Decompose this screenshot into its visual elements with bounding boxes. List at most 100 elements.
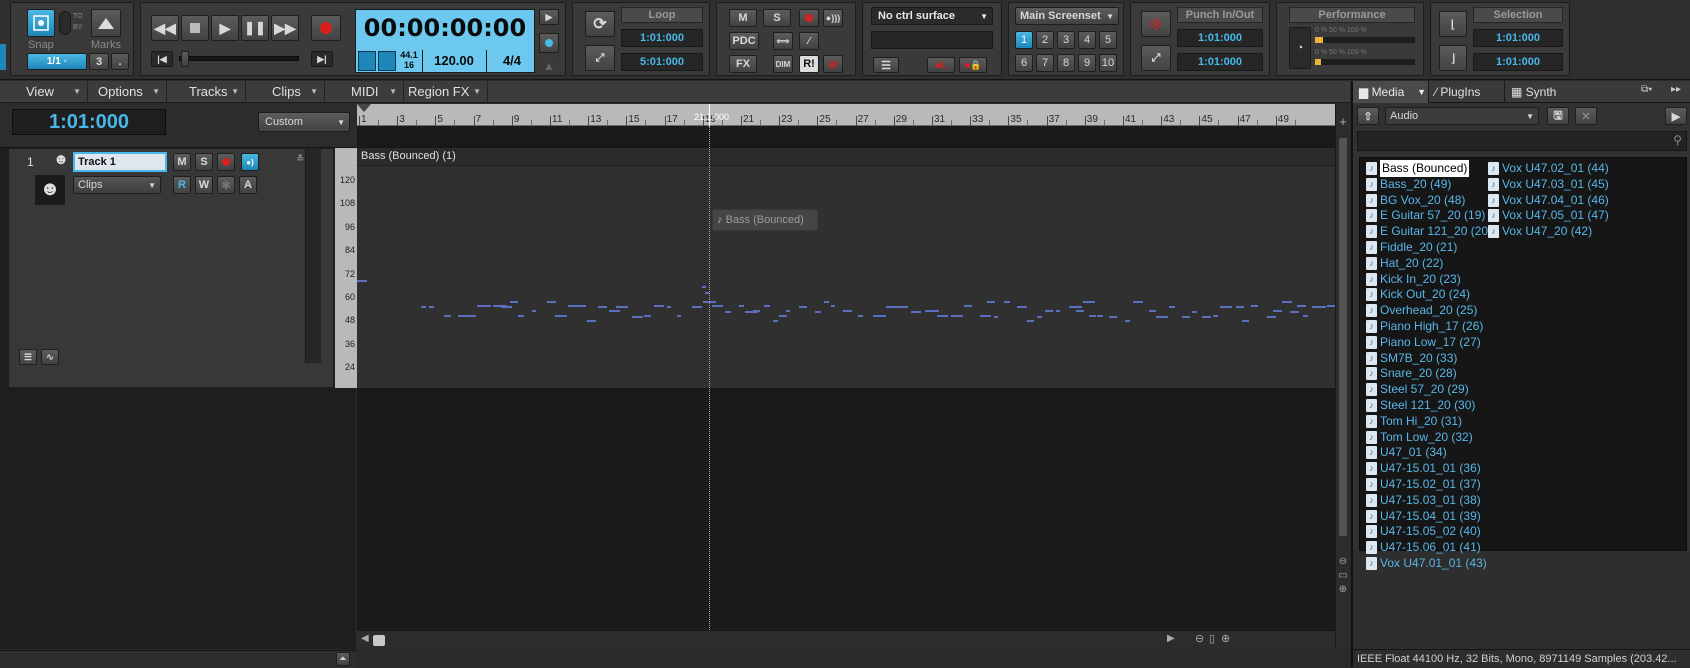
mix-recall-button[interactable]: ⟺ <box>773 32 793 50</box>
transport-scrub-handle[interactable] <box>181 51 189 67</box>
track-freeze-button[interactable]: ✻ <box>217 176 235 194</box>
midi-note[interactable] <box>711 305 723 307</box>
midi-note[interactable] <box>772 320 779 322</box>
screenset-button-9[interactable]: 9 <box>1078 54 1096 72</box>
midi-note[interactable] <box>1082 301 1096 303</box>
media-file-item[interactable]: ♪ Steel 121_20 (30) <box>1366 397 1475 414</box>
midi-note[interactable] <box>1212 315 1218 317</box>
punch-start[interactable]: 1:01:000 <box>1177 29 1263 47</box>
midi-note[interactable] <box>357 280 367 282</box>
media-file-item[interactable]: ♪ Kick In_20 (23) <box>1366 271 1461 288</box>
midi-note[interactable] <box>963 305 973 307</box>
lock-left-button[interactable]: ■L <box>927 57 955 73</box>
browser-save-button[interactable]: 🖫 <box>1547 107 1569 125</box>
media-file-item[interactable]: ♪ E Guitar 121_20 (20) <box>1366 223 1492 240</box>
midi-note[interactable] <box>1266 316 1277 318</box>
media-file-item[interactable]: ♪ U47-15.05_02 (40) <box>1366 523 1481 540</box>
media-file-item[interactable]: ♪ U47-15.02_01 (37) <box>1366 476 1481 493</box>
midi-note[interactable] <box>555 315 567 317</box>
media-file-item[interactable]: ♪ U47-15.01_01 (36) <box>1366 460 1481 477</box>
list-view-button[interactable]: ☰ <box>873 57 899 73</box>
loop-start[interactable]: 1:01:000 <box>621 29 703 47</box>
midi-note[interactable] <box>799 306 807 308</box>
media-file-item[interactable]: ♪ Hat_20 (22) <box>1366 255 1443 272</box>
input-echo-button[interactable]: ●))) <box>823 9 843 27</box>
punch-end[interactable]: 1:01:000 <box>1177 53 1263 71</box>
pause-button[interactable]: ❚❚ <box>241 15 269 41</box>
midi-note[interactable] <box>692 306 703 308</box>
midi-note[interactable] <box>993 316 998 318</box>
media-file-item[interactable]: ♪ Fiddle_20 (21) <box>1366 239 1457 256</box>
browser-search-input[interactable]: ⚲ <box>1357 131 1687 151</box>
media-file-item[interactable]: ♪ Kick Out_20 (24) <box>1366 286 1470 303</box>
read-all-button[interactable]: R! <box>799 55 819 73</box>
track-view-select[interactable]: Clips ▼ <box>73 176 161 194</box>
midi-note[interactable] <box>1055 310 1061 312</box>
global-record-button[interactable] <box>799 9 819 27</box>
midi-note[interactable] <box>1242 320 1249 322</box>
midi-note[interactable] <box>1037 316 1042 318</box>
midi-note[interactable] <box>1044 310 1053 312</box>
ctrl-surface-select[interactable]: No ctrl surface ▼ <box>871 7 993 25</box>
ctrl-surface-field[interactable] <box>871 31 993 49</box>
meter-value[interactable]: 4/4 <box>490 53 534 68</box>
pdc-button[interactable]: PDC <box>729 32 759 50</box>
lock-button[interactable]: ■🔒 <box>959 57 987 73</box>
zoom-fit-vertical-icon[interactable]: ▭ <box>1336 570 1350 581</box>
screenset-button-8[interactable]: 8 <box>1057 54 1075 72</box>
browser-preview-play-button[interactable]: ▶ <box>1665 107 1687 125</box>
rewind-button[interactable]: ◀◀ <box>151 15 179 41</box>
media-file-item[interactable]: ♪ Tom Hi_20 (31) <box>1366 413 1462 430</box>
tempo-value[interactable]: 120.00 <box>426 53 482 68</box>
midi-clip-content[interactable] <box>357 166 1350 388</box>
snap-grid-value[interactable]: 3 <box>89 53 109 70</box>
midi-note[interactable] <box>702 286 706 288</box>
midi-note[interactable] <box>1026 320 1035 322</box>
snap-dot-value[interactable]: . <box>111 53 129 70</box>
menu-midi[interactable]: MIDI ▼ <box>325 81 404 103</box>
track-mute-button[interactable]: M <box>173 153 191 171</box>
loop-end[interactable]: 5:01:000 <box>621 53 703 71</box>
media-file-item[interactable]: ♪ SM7B_20 (33) <box>1366 350 1457 367</box>
menu-tracks[interactable]: Tracks ▼ <box>167 81 246 103</box>
menu-clips[interactable]: Clips ▼ <box>246 81 325 103</box>
fast-forward-button[interactable]: ▶▶ <box>271 15 299 41</box>
midi-note[interactable] <box>936 315 949 317</box>
midi-note[interactable] <box>895 306 908 308</box>
midi-note[interactable] <box>1235 306 1245 308</box>
midi-note[interactable] <box>509 301 519 303</box>
midi-note[interactable] <box>910 311 922 313</box>
media-file-item[interactable]: ♪ U47-15.03_01 (38) <box>1366 492 1481 509</box>
zoom-out-vertical-icon[interactable]: ⊖ <box>1336 556 1350 567</box>
midi-note[interactable] <box>1282 301 1292 303</box>
midi-note[interactable] <box>587 320 596 322</box>
clip-header[interactable]: Bass (Bounced) (1) ☰ <box>357 148 1350 166</box>
punch-set-button[interactable]: ⤢ <box>1141 45 1171 71</box>
time-display[interactable]: 00:00:00:00 44.1 16 120.00 4/4 <box>355 9 535 73</box>
media-file-item[interactable]: ♪ Bass (Bounced) <box>1366 160 1470 177</box>
auto-scroll-button[interactable] <box>539 33 559 53</box>
midi-note[interactable] <box>615 306 629 308</box>
automation-button[interactable]: ⁄ <box>799 32 819 50</box>
track-name-field[interactable]: Track 1 <box>73 152 167 172</box>
metronome-small-icon[interactable]: ▲ <box>543 59 555 73</box>
sync-icon[interactable] <box>378 51 396 71</box>
tab-media[interactable]: ▆ Media ▼ <box>1353 81 1429 103</box>
zoom-fit-horizontal-icon[interactable]: ▯ <box>1209 632 1215 645</box>
add-track-icon[interactable]: + <box>1336 114 1350 129</box>
performance-meter-icon[interactable]: ◔ <box>1289 27 1311 69</box>
midi-note[interactable] <box>830 305 836 307</box>
midi-note[interactable] <box>785 310 790 312</box>
global-fx-button[interactable]: FX <box>729 55 757 73</box>
automation-write-button[interactable]: W <box>195 176 213 194</box>
midi-note[interactable] <box>653 305 665 307</box>
media-file-item[interactable]: ♪ Vox U47.03_01 (45) <box>1488 176 1609 193</box>
midi-note[interactable] <box>1097 315 1104 317</box>
media-file-item[interactable]: ♪ Piano Low_17 (27) <box>1366 334 1481 351</box>
midi-note[interactable] <box>631 316 644 318</box>
media-file-item[interactable]: ♪ Bass_20 (49) <box>1366 176 1451 193</box>
screenset-select[interactable]: Main Screenset ▼ <box>1015 7 1119 25</box>
midi-note[interactable] <box>842 310 853 312</box>
screenset-button-3[interactable]: 3 <box>1057 31 1075 49</box>
go-to-start-button[interactable]: |◀ <box>151 51 173 67</box>
